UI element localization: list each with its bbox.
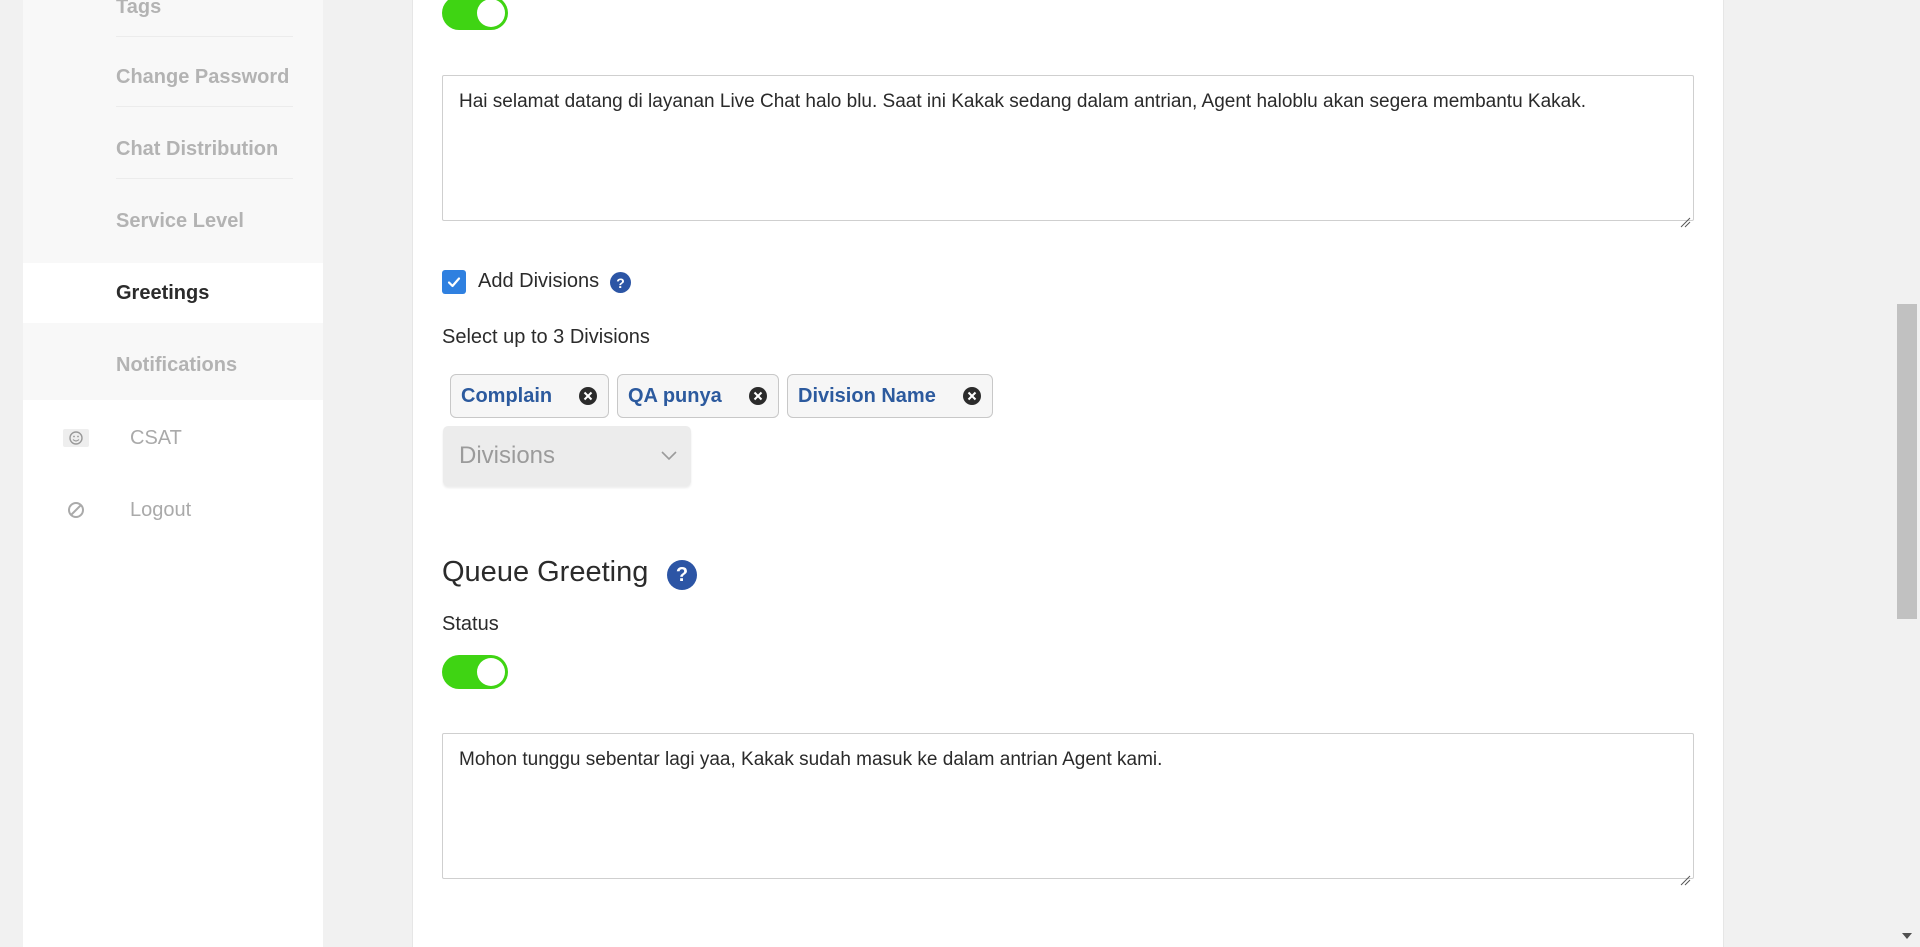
sidebar-item-label: Tags [116, 0, 162, 18]
sidebar-item-greetings[interactable]: Greetings [23, 263, 323, 323]
chevron-down-icon [661, 448, 677, 466]
remove-chip-icon[interactable] [962, 386, 982, 406]
division-chip: Division Name [787, 374, 993, 418]
help-icon[interactable]: ? [667, 560, 697, 590]
sidebar-item-label: Logout [130, 498, 192, 521]
sidebar: Tags Change Password Chat Distribution S… [23, 0, 323, 947]
resize-handle-icon[interactable] [1679, 206, 1691, 228]
resize-handle-icon[interactable] [1679, 864, 1691, 886]
help-icon[interactable]: ? [610, 272, 631, 293]
queue-status-toggle[interactable] [442, 655, 508, 689]
greeting-message-textarea[interactable]: Hai selamat datang di layanan Live Chat … [442, 75, 1694, 228]
sidebar-item-tags[interactable]: Tags [23, 0, 323, 37]
queue-message-text: Mohon tunggu sebentar lagi yaa, Kakak su… [459, 749, 1163, 770]
divisions-select[interactable]: Divisions [443, 426, 691, 486]
greeting-message-text: Hai selamat datang di layanan Live Chat … [459, 91, 1587, 112]
sidebar-item-chat-distribution[interactable]: Chat Distribution [23, 119, 323, 179]
divisions-select-placeholder: Divisions [459, 442, 556, 469]
divisions-hint: Select up to 3 Divisions [442, 326, 650, 348]
toggle-knob [477, 0, 505, 27]
toggle-knob [477, 658, 505, 686]
scroll-down-arrow-icon[interactable] [1900, 928, 1914, 946]
division-chip-label: Division Name [798, 384, 936, 407]
settings-submenu: Tags Change Password Chat Distribution S… [23, 0, 323, 400]
add-divisions-checkbox[interactable] [442, 270, 466, 294]
remove-chip-icon[interactable] [578, 386, 598, 406]
sidebar-item-change-password[interactable]: Change Password [23, 47, 323, 107]
queue-greeting-title: Queue Greeting [442, 556, 649, 588]
divider [116, 178, 293, 179]
sidebar-item-csat[interactable]: CSAT [23, 408, 323, 468]
add-divisions-label: Add Divisions [478, 270, 600, 292]
status-label: Status [442, 613, 499, 635]
divider [116, 106, 293, 107]
sidebar-item-logout[interactable]: Logout [23, 480, 323, 540]
queue-message-textarea[interactable]: Mohon tunggu sebentar lagi yaa, Kakak su… [442, 733, 1694, 886]
sidebar-item-label: Change Password [116, 65, 290, 88]
divider [116, 36, 293, 37]
greeting-status-toggle[interactable] [442, 0, 508, 30]
division-chip-label: Complain [461, 384, 553, 407]
checkmark-icon [447, 277, 461, 288]
sidebar-item-label: Greetings [116, 281, 210, 304]
sidebar-item-notifications[interactable]: Notifications [23, 335, 323, 395]
sidebar-item-label: Chat Distribution [116, 137, 279, 160]
division-chip: Complain [450, 374, 610, 418]
scrollbar-thumb[interactable] [1897, 304, 1917, 619]
division-chip-label: QA punya [628, 384, 722, 407]
sidebar-item-label: CSAT [130, 426, 182, 449]
smiley-icon [63, 429, 89, 447]
sidebar-item-label: Service Level [116, 209, 244, 232]
sidebar-item-service-level[interactable]: Service Level [23, 191, 323, 251]
division-chip: QA punya [617, 374, 779, 418]
sidebar-item-label: Notifications [116, 353, 238, 376]
remove-chip-icon[interactable] [748, 386, 768, 406]
logout-icon [63, 501, 89, 519]
